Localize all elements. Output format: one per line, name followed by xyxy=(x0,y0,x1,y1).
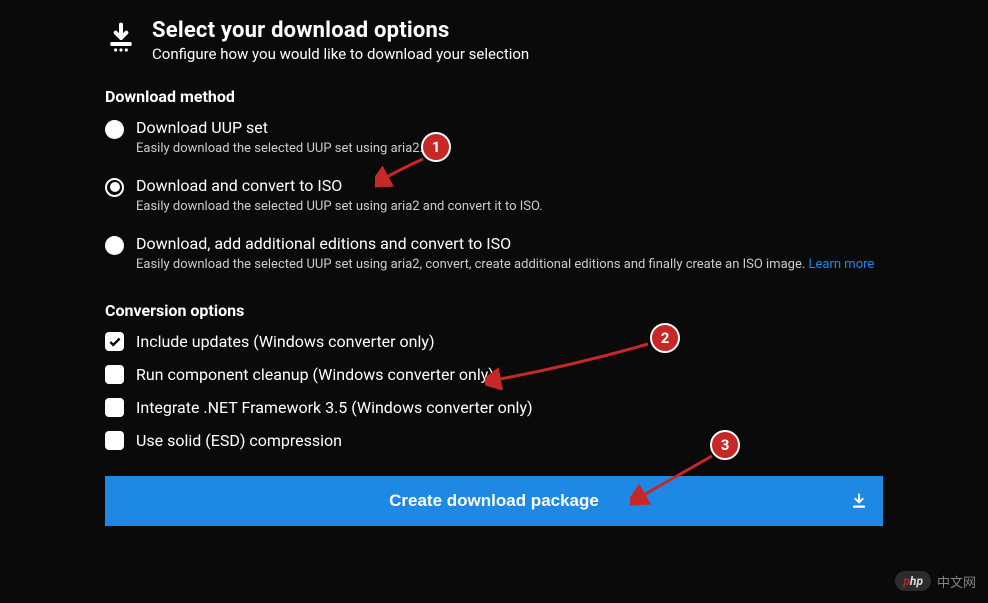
watermark-logo: php xyxy=(895,571,931,591)
checkbox-include-updates[interactable]: Include updates (Windows converter only) xyxy=(105,332,883,351)
checkbox-component-cleanup[interactable]: Run component cleanup (Windows converter… xyxy=(105,365,883,384)
checkbox-integrate-net[interactable]: Integrate .NET Framework 3.5 (Windows co… xyxy=(105,398,883,417)
radio-icon xyxy=(105,178,124,197)
annotation-badge-3: 3 xyxy=(710,430,740,460)
watermark: php 中文网 xyxy=(895,571,976,591)
checkbox-esd-compression[interactable]: Use solid (ESD) compression xyxy=(105,431,883,450)
checkbox-label: Use solid (ESD) compression xyxy=(136,431,342,450)
download-icon xyxy=(850,492,868,510)
download-icon xyxy=(105,22,137,54)
radio-download-additional-editions[interactable]: Download, add additional editions and co… xyxy=(105,234,883,276)
watermark-text: 中文网 xyxy=(937,572,976,591)
option-title: Download UUP set xyxy=(136,118,883,137)
learn-more-link[interactable]: Learn more xyxy=(809,257,875,272)
download-method-section: Download method Download UUP set Easily … xyxy=(105,87,883,275)
page-header: Select your download options Configure h… xyxy=(105,18,883,63)
radio-icon xyxy=(105,120,124,139)
checkbox-label: Integrate .NET Framework 3.5 (Windows co… xyxy=(136,398,533,417)
option-title: Download and convert to ISO xyxy=(136,176,883,195)
download-method-title: Download method xyxy=(105,87,883,106)
checkbox-label: Include updates (Windows converter only) xyxy=(136,332,435,351)
checkbox-icon xyxy=(105,398,124,417)
option-desc: Easily download the selected UUP set usi… xyxy=(136,255,883,276)
button-label: Create download package xyxy=(389,491,599,511)
option-title: Download, add additional editions and co… xyxy=(136,234,883,253)
checkbox-icon xyxy=(105,365,124,384)
checkbox-icon xyxy=(105,431,124,450)
annotation-badge-1: 1 xyxy=(421,132,451,162)
radio-download-convert-iso[interactable]: Download and convert to ISO Easily downl… xyxy=(105,176,883,218)
radio-icon xyxy=(105,236,124,255)
conversion-options-section: Conversion options Include updates (Wind… xyxy=(105,301,883,450)
radio-download-uup-set[interactable]: Download UUP set Easily download the sel… xyxy=(105,118,883,160)
option-desc: Easily download the selected UUP set usi… xyxy=(136,139,883,160)
conversion-options-title: Conversion options xyxy=(105,301,883,320)
create-download-package-button[interactable]: Create download package xyxy=(105,476,883,526)
checkbox-label: Run component cleanup (Windows converter… xyxy=(136,365,494,384)
annotation-badge-2: 2 xyxy=(650,323,680,353)
checkbox-icon xyxy=(105,332,124,351)
page-subtitle: Configure how you would like to download… xyxy=(152,45,529,63)
option-desc: Easily download the selected UUP set usi… xyxy=(136,197,883,218)
page-title: Select your download options xyxy=(152,18,529,43)
